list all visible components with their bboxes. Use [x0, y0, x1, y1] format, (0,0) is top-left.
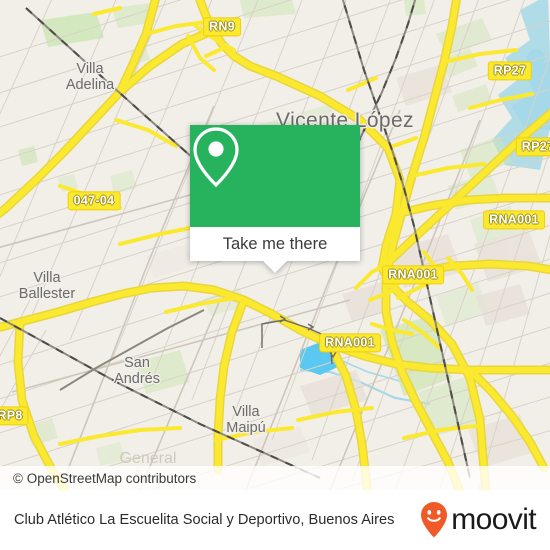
footer-bar: Club Atlético La Escuelita Social y Depo… — [0, 490, 550, 550]
popup-action-area[interactable]: Take me there — [190, 227, 360, 261]
popup-pointer-tail — [263, 261, 287, 273]
map-screen: Villa Adelina Vicente López Villa Balles… — [0, 0, 550, 550]
take-me-there-label: Take me there — [222, 234, 328, 253]
map-attribution-bar: © OpenStreetMap contributors — [0, 466, 550, 490]
map-canvas[interactable]: Villa Adelina Vicente López Villa Balles… — [0, 0, 550, 490]
attribution-text: © OpenStreetMap contributors — [13, 470, 197, 486]
moovit-smiley-pin-icon — [421, 502, 448, 538]
moovit-logo[interactable]: moovit — [419, 501, 550, 539]
map-pin-icon — [193, 127, 239, 188]
place-title: Club Atlético La Escuelita Social y Depo… — [14, 511, 395, 528]
location-popup[interactable]: Take me there — [190, 125, 360, 273]
moovit-wordmark: moovit — [451, 503, 536, 536]
popup-pin-area — [190, 125, 360, 227]
